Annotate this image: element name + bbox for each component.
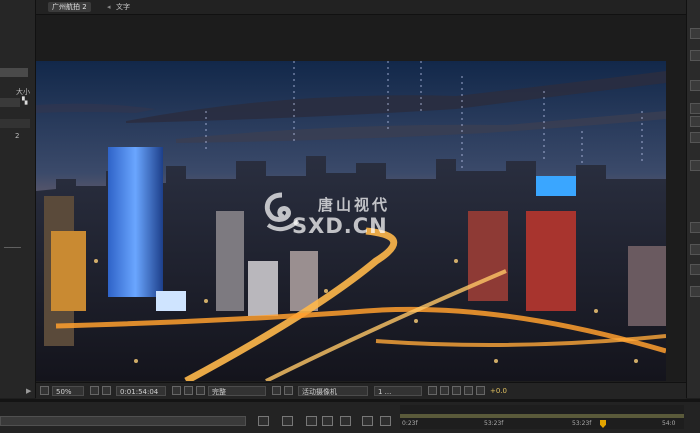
watermark-text-url: SXD.CN xyxy=(292,214,388,238)
panel-toggle-10[interactable] xyxy=(690,264,700,275)
channel-icon[interactable] xyxy=(196,386,205,395)
panel-value: 2 xyxy=(15,132,20,140)
watermark-text-chinese: 唐山视代 xyxy=(318,196,391,214)
camera-snapshot-icon[interactable] xyxy=(172,386,181,395)
building-red xyxy=(468,211,508,301)
timeline-tool-icon-3[interactable] xyxy=(306,416,317,426)
camera-dropdown[interactable]: 活动摄像机 xyxy=(298,386,368,396)
timeline-tool-icon-7[interactable] xyxy=(380,416,391,426)
time-label-1: 0:23f xyxy=(402,420,418,427)
timeline-panel: 0:23f 53:23f 53:23f 54:0 xyxy=(0,402,700,433)
hierarchy-icon[interactable]: ▚ xyxy=(22,97,27,105)
building-gray xyxy=(216,211,244,311)
panel-field-2[interactable] xyxy=(0,119,30,128)
tower-blue xyxy=(108,147,163,297)
flowchart-icon[interactable] xyxy=(452,386,461,395)
building-right xyxy=(628,246,666,326)
grid-icon[interactable] xyxy=(90,386,99,395)
panel-field[interactable] xyxy=(0,98,20,107)
panel-header-bar xyxy=(0,68,28,77)
time-label-4: 54:0 xyxy=(662,420,676,427)
building-cyan xyxy=(536,176,576,196)
time-label-2: 53:23f xyxy=(484,420,504,427)
timeline-tool-icon-2[interactable] xyxy=(282,416,293,426)
panel-toggle-8[interactable] xyxy=(690,222,700,233)
building-gold xyxy=(51,231,86,311)
right-panel xyxy=(686,0,700,398)
region-of-interest-icon[interactable] xyxy=(272,386,281,395)
show-snapshot-icon[interactable] xyxy=(184,386,193,395)
tab-text-layer[interactable]: 文字 xyxy=(112,2,134,12)
panel-divider-line: ──── xyxy=(4,244,21,252)
current-time-field[interactable]: 0:01:54:04 xyxy=(116,386,166,396)
scroll-right-icon[interactable]: ▶ xyxy=(26,387,31,395)
zoom-dropdown[interactable]: 50% xyxy=(52,386,84,396)
panel-toggle-2[interactable] xyxy=(690,50,700,61)
fast-preview-icon[interactable] xyxy=(464,386,473,395)
viewer-toolbar: 50% 0:01:54:04 完整 活动摄像机 1 ... +0.0 xyxy=(36,382,686,399)
views-dropdown[interactable]: 1 ... xyxy=(374,386,422,396)
panel-toggle-4[interactable] xyxy=(690,103,700,114)
panel-toggle-3[interactable] xyxy=(690,80,700,91)
reset-exposure-icon[interactable] xyxy=(476,386,485,395)
size-label: 大小 xyxy=(16,88,30,96)
panel-toggle-5[interactable] xyxy=(690,116,700,127)
panel-toggle-9[interactable] xyxy=(690,244,700,255)
project-panel: 大小 ▚ 2 ──── ▶ xyxy=(0,0,36,398)
timeline-tool-icon-4[interactable] xyxy=(322,416,333,426)
panel-toggle-7[interactable] xyxy=(690,160,700,171)
composition-tab-strip: 广州航拍 2 ◂ 文字 xyxy=(36,0,686,15)
timeline-tool-icon-1[interactable] xyxy=(258,416,269,426)
panel-toggle-1[interactable] xyxy=(690,28,700,39)
time-label-3: 53:23f xyxy=(572,420,592,427)
building-glass xyxy=(156,291,186,311)
work-area-bar[interactable] xyxy=(400,414,684,418)
tab-composition[interactable]: 广州航拍 2 xyxy=(48,2,91,12)
toggle-pixel-icon[interactable] xyxy=(428,386,437,395)
transparency-grid-icon[interactable] xyxy=(284,386,293,395)
building-white xyxy=(248,261,278,316)
panel-toggle-6[interactable] xyxy=(690,132,700,143)
mask-icon[interactable] xyxy=(102,386,111,395)
timeline-icon[interactable] xyxy=(440,386,449,395)
timeline-tool-icon-5[interactable] xyxy=(340,416,351,426)
building-red-2 xyxy=(526,211,576,311)
timeline-search-field[interactable] xyxy=(0,416,246,426)
resolution-dropdown[interactable]: 完整 xyxy=(208,386,266,396)
timeline-tool-icon-6[interactable] xyxy=(362,416,373,426)
exposure-value[interactable]: +0.0 xyxy=(490,386,507,396)
panel-toggle-11[interactable] xyxy=(690,286,700,297)
always-preview-icon[interactable] xyxy=(40,386,49,395)
